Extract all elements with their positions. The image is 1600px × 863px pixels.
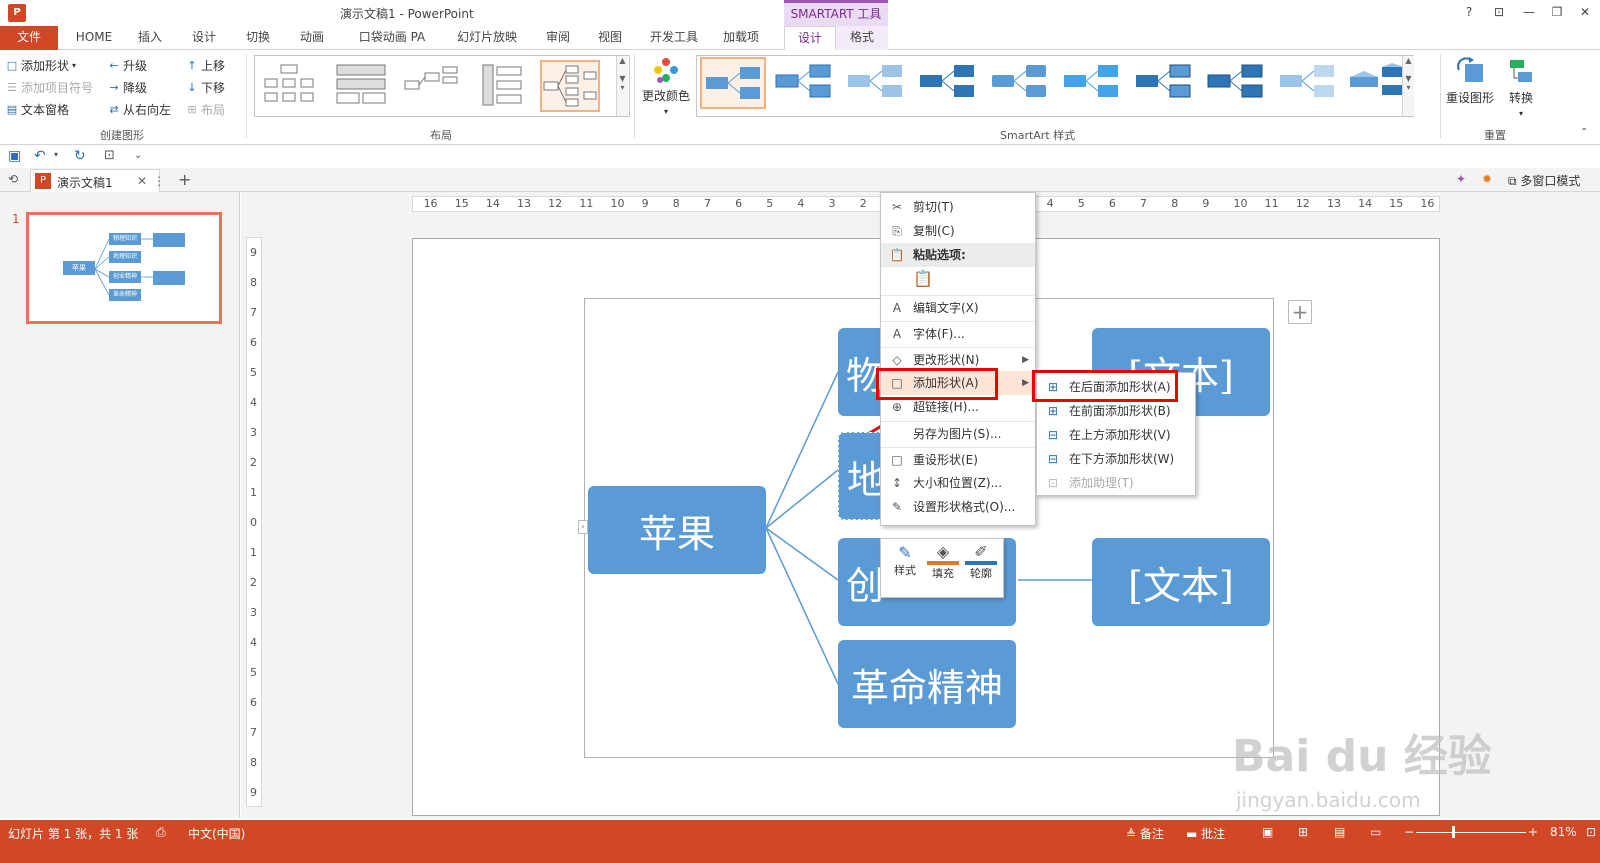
zoom-slider-thumb[interactable] [1452, 826, 1455, 838]
shape-icon: ◇ [892, 353, 902, 367]
submenu-item-label: 在前面添加形状(B) [1069, 404, 1171, 418]
submenu-item-label: 在后面添加形状(A) [1069, 380, 1171, 394]
slide-sorter-icon[interactable]: ⊞ [1298, 825, 1308, 839]
add-assistant-icon: ⊡ [1047, 476, 1059, 490]
menu-item-edit-text[interactable]: A 编辑文字(X) [881, 295, 1035, 319]
submenu-add-after[interactable]: ⊞ 在后面添加形状(A) [1037, 375, 1195, 399]
size-position-icon: ↕ [891, 476, 903, 490]
menu-item-copy[interactable]: ⎘ 复制(C) [881, 219, 1035, 243]
notes-icon: ≜ [1126, 827, 1137, 841]
submenu-item-label: 在上方添加形状(V) [1069, 428, 1171, 442]
menu-item-format-shape[interactable]: ✎ 设置形状格式(O)... [881, 495, 1035, 519]
add-after-icon: ⊞ [1047, 380, 1059, 394]
mini-style-button[interactable]: ✎ 样式 [889, 543, 921, 578]
menu-item-paste-options: 📋 粘贴选项: [881, 243, 1035, 267]
menu-item-label: 粘贴选项: [913, 248, 966, 262]
smartart-root-node[interactable]: 苹果 [588, 486, 766, 574]
paste-keep-icon[interactable]: 📋 [913, 269, 935, 291]
mini-outline-button[interactable]: ✐ 轮廓 [965, 543, 997, 581]
baidu-watermark: Bai du 经验 [1232, 731, 1492, 782]
submenu-add-above[interactable]: ⊟ 在上方添加形状(V) [1037, 423, 1195, 447]
submenu-item-label: 添加助理(T) [1069, 476, 1134, 490]
scissors-icon: ✂ [891, 200, 903, 214]
menu-item-label: 设置形状格式(O)... [913, 500, 1016, 514]
context-menu: ✂ 剪切(T) ⎘ 复制(C) 📋 粘贴选项: 📋 A 编辑文字(X) A 字体(F)..… [880, 192, 1036, 526]
slide-count: 幻灯片 第 1 张，共 1 张 [8, 827, 139, 841]
submenu-add-below[interactable]: ⊟ 在下方添加形状(W) [1037, 447, 1195, 471]
zoom-out-button[interactable]: − [1404, 825, 1414, 839]
menu-item-change-shape[interactable]: ◇ 更改形状(N) ▶ [881, 347, 1035, 371]
submenu-add-before[interactable]: ⊞ 在前面添加形状(B) [1037, 399, 1195, 423]
mini-style-label: 样式 [894, 564, 916, 577]
add-above-icon: ⊟ [1047, 428, 1059, 442]
edit-text-icon: A [892, 301, 902, 315]
format-shape-icon: ✎ [891, 500, 903, 514]
menu-item-label: 编辑文字(X) [913, 301, 979, 315]
notes-label: 备注 [1139, 827, 1164, 841]
menu-item-cut[interactable]: ✂ 剪切(T) [881, 195, 1035, 219]
status-bar: 幻灯片 第 1 张，共 1 张 ⎙ 中文(中国) ≜ 备注 ▬ 批注 ▣ ⊞ ▤… [0, 820, 1600, 863]
copy-icon: ⎘ [892, 224, 902, 238]
menu-item-reset-shape[interactable]: □ 重设形状(E) [881, 447, 1035, 471]
slideshow-view-icon[interactable]: ▭ [1370, 825, 1381, 839]
menu-item-label: 更改形状(N) [913, 353, 980, 367]
zoom-in-button[interactable]: + [1528, 825, 1538, 839]
menu-item-add-shape[interactable]: □ 添加形状(A) ▶ [881, 371, 1035, 395]
submenu-add-assistant[interactable]: ⊡ 添加助理(T) [1037, 471, 1195, 495]
clipboard-icon: 📋 [889, 248, 905, 262]
outline-pen-icon: ✐ [965, 543, 997, 565]
submenu-item-label: 在下方添加形状(W) [1069, 452, 1175, 466]
mini-fill-label: 填充 [932, 567, 954, 580]
menu-item-label: 超链接(H)... [913, 400, 979, 414]
menu-item-label: 添加形状(A) [913, 376, 979, 390]
language-indicator[interactable]: 中文(中国) [188, 825, 245, 842]
menu-item-hyperlink[interactable]: ⊕ 超链接(H)... [881, 395, 1035, 419]
add-before-icon: ⊞ [1047, 404, 1059, 418]
notes-button[interactable]: ≜ 备注 [1126, 825, 1164, 842]
menu-item-label: 复制(C) [913, 224, 955, 238]
menu-item-label: 另存为图片(S)... [913, 427, 1002, 441]
add-shape-submenu: ⊞ 在后面添加形状(A) ⊞ 在前面添加形状(B) ⊟ 在上方添加形状(V) ⊟ 在下方… [1036, 372, 1196, 496]
add-below-icon: ⊟ [1047, 452, 1059, 466]
mini-outline-label: 轮廓 [970, 567, 992, 580]
menu-item-label: 剪切(T) [913, 200, 954, 214]
menu-item-label: 大小和位置(Z)... [913, 476, 1003, 490]
normal-view-icon[interactable]: ▣ [1262, 825, 1273, 839]
smartart-branch-node[interactable]: 革命精神 [838, 640, 1016, 728]
mini-fill-button[interactable]: ◈ 填充 [927, 543, 959, 581]
submenu-arrow-icon: ▶ [1022, 355, 1029, 365]
menu-item-size-position[interactable]: ↕ 大小和位置(Z)... [881, 471, 1035, 495]
comments-label: 批注 [1201, 827, 1226, 841]
menu-item-label: 重设形状(E) [913, 453, 978, 467]
style-brush-icon: ✎ [898, 543, 912, 562]
reset-shape-icon: □ [891, 453, 903, 467]
reading-view-icon[interactable]: ▤ [1334, 825, 1345, 839]
fit-to-window-icon[interactable]: ⊡ [1586, 825, 1596, 839]
menu-item-save-as-picture[interactable]: 另存为图片(S)... [881, 421, 1035, 445]
spellcheck-icon[interactable]: ⎙ [156, 825, 166, 840]
zoom-level[interactable]: 81% [1550, 825, 1577, 839]
fill-bucket-icon: ◈ [927, 543, 959, 565]
comments-button[interactable]: ▬ 批注 [1186, 825, 1225, 842]
menu-item-label: 字体(F)... [913, 327, 965, 341]
baidu-watermark-url: jingyan.baidu.com [1236, 788, 1421, 812]
add-shape-icon: □ [891, 376, 903, 390]
link-icon: ⊕ [891, 400, 903, 414]
font-icon: A [892, 327, 902, 341]
smartart-right-node[interactable]: [文本] [1092, 538, 1270, 626]
menu-item-font[interactable]: A 字体(F)... [881, 321, 1035, 345]
mini-toolbar: ✎ 样式 ◈ 填充 ✐ 轮廓 [880, 538, 1004, 598]
comment-icon: ▬ [1186, 827, 1198, 841]
submenu-arrow-icon: ▶ [1022, 378, 1029, 388]
zoom-slider-track[interactable] [1416, 832, 1526, 833]
